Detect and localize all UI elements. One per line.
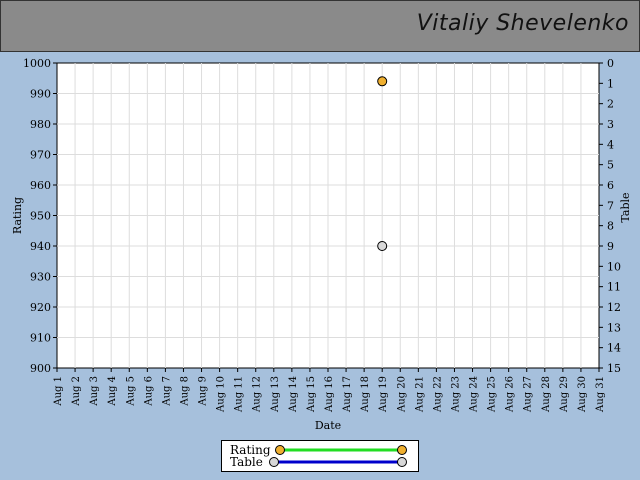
- x-tick-label: Aug 21: [414, 376, 425, 413]
- x-tick-label: Aug 5: [125, 376, 136, 407]
- y-tick-label: 1000: [23, 57, 51, 70]
- y2-tick-label: 7: [607, 199, 614, 212]
- y2-axis-label: Table: [619, 192, 632, 222]
- x-tick-label: Aug 29: [559, 376, 570, 413]
- y-axis-label: Rating: [11, 197, 24, 234]
- y2-tick-label: 9: [607, 240, 614, 253]
- x-tick-label: Aug 13: [270, 376, 281, 413]
- y-tick-label: 970: [30, 149, 51, 162]
- x-tick-label: Aug 17: [342, 376, 353, 413]
- y2-tick-label: 8: [607, 220, 614, 233]
- x-axis-label: Date: [315, 419, 341, 432]
- y-tick-label: 990: [30, 88, 51, 101]
- x-tick-label: Aug 3: [89, 376, 100, 407]
- legend-rating-marker-end: [397, 445, 407, 455]
- x-tick-label: Aug 30: [577, 376, 588, 413]
- y2-tick-label: 14: [607, 342, 621, 355]
- x-tick-label: Aug 19: [378, 376, 389, 413]
- x-tick-label: Aug 11: [234, 376, 245, 413]
- x-tick-label: Aug 20: [396, 376, 407, 413]
- x-tick-label: Aug 4: [107, 376, 118, 407]
- y-tick-label: 940: [30, 240, 51, 253]
- x-tick-label: Aug 25: [487, 376, 498, 413]
- x-tick-label: Aug 22: [432, 376, 443, 413]
- y2-tick-label: 10: [607, 260, 621, 273]
- y2-tick-label: 6: [607, 179, 614, 192]
- y-tick-label: 900: [30, 362, 51, 375]
- rating-point: [377, 76, 388, 87]
- y2-tick-label: 0: [607, 57, 614, 70]
- y2-tick-label: 1: [607, 77, 614, 90]
- y-tick-label: 910: [30, 332, 51, 345]
- x-tick-label: Aug 15: [306, 376, 317, 413]
- x-tick-label: Aug 24: [469, 376, 480, 413]
- x-tick-label: Aug 6: [143, 376, 154, 407]
- y-tick-label: 960: [30, 179, 51, 192]
- y2-tick-label: 15: [607, 362, 621, 375]
- y-tick-label: 950: [30, 210, 51, 223]
- y-tick-label: 920: [30, 301, 51, 314]
- legend-table-marker-start: [269, 457, 279, 467]
- x-tick-label: Aug 16: [324, 376, 335, 413]
- x-tick-label: Aug 10: [216, 376, 227, 413]
- rating-chart: Aug 1 Aug 2 Aug 3 Aug 4 Aug 5 Aug 6 Aug 7 Aug 8…: [11, 57, 632, 432]
- legend-rating-marker-start: [275, 445, 285, 455]
- y-tick-label: 930: [30, 271, 51, 284]
- x-tick-label: Aug 2: [71, 376, 82, 407]
- y-tick-label: 980: [30, 118, 51, 131]
- y2-tick-label: 11: [607, 281, 621, 294]
- y2-tick-label: 13: [607, 321, 621, 334]
- x-tick-label: Aug 23: [450, 376, 461, 413]
- y2-tick-label: 4: [607, 138, 614, 151]
- table-point: [377, 241, 388, 251]
- legend-table-marker-end: [397, 457, 407, 467]
- y2-tick-label: 12: [607, 301, 621, 314]
- x-tick-label: Aug 31: [595, 376, 606, 413]
- x-tick-label: Aug 18: [360, 376, 371, 413]
- y2-tick-label: 2: [607, 98, 614, 111]
- x-tick-label: Aug 12: [252, 376, 263, 413]
- x-tick-label: Aug 7: [161, 376, 172, 407]
- y2-tick-label: 3: [607, 118, 614, 131]
- x-tick-label: Aug 27: [523, 376, 534, 413]
- x-tick-label: Aug 9: [198, 376, 209, 407]
- legend: Rating Table: [221, 440, 419, 472]
- x-tick-label: Aug 26: [505, 376, 516, 413]
- x-tick-label: Aug 1: [53, 376, 64, 407]
- y2-tick-label: 5: [607, 159, 614, 172]
- x-tick-label: Aug 14: [288, 376, 299, 413]
- legend-table-label: Table: [230, 455, 263, 469]
- x-tick-label: Aug 28: [541, 376, 552, 413]
- x-tick-label: Aug 8: [179, 376, 190, 407]
